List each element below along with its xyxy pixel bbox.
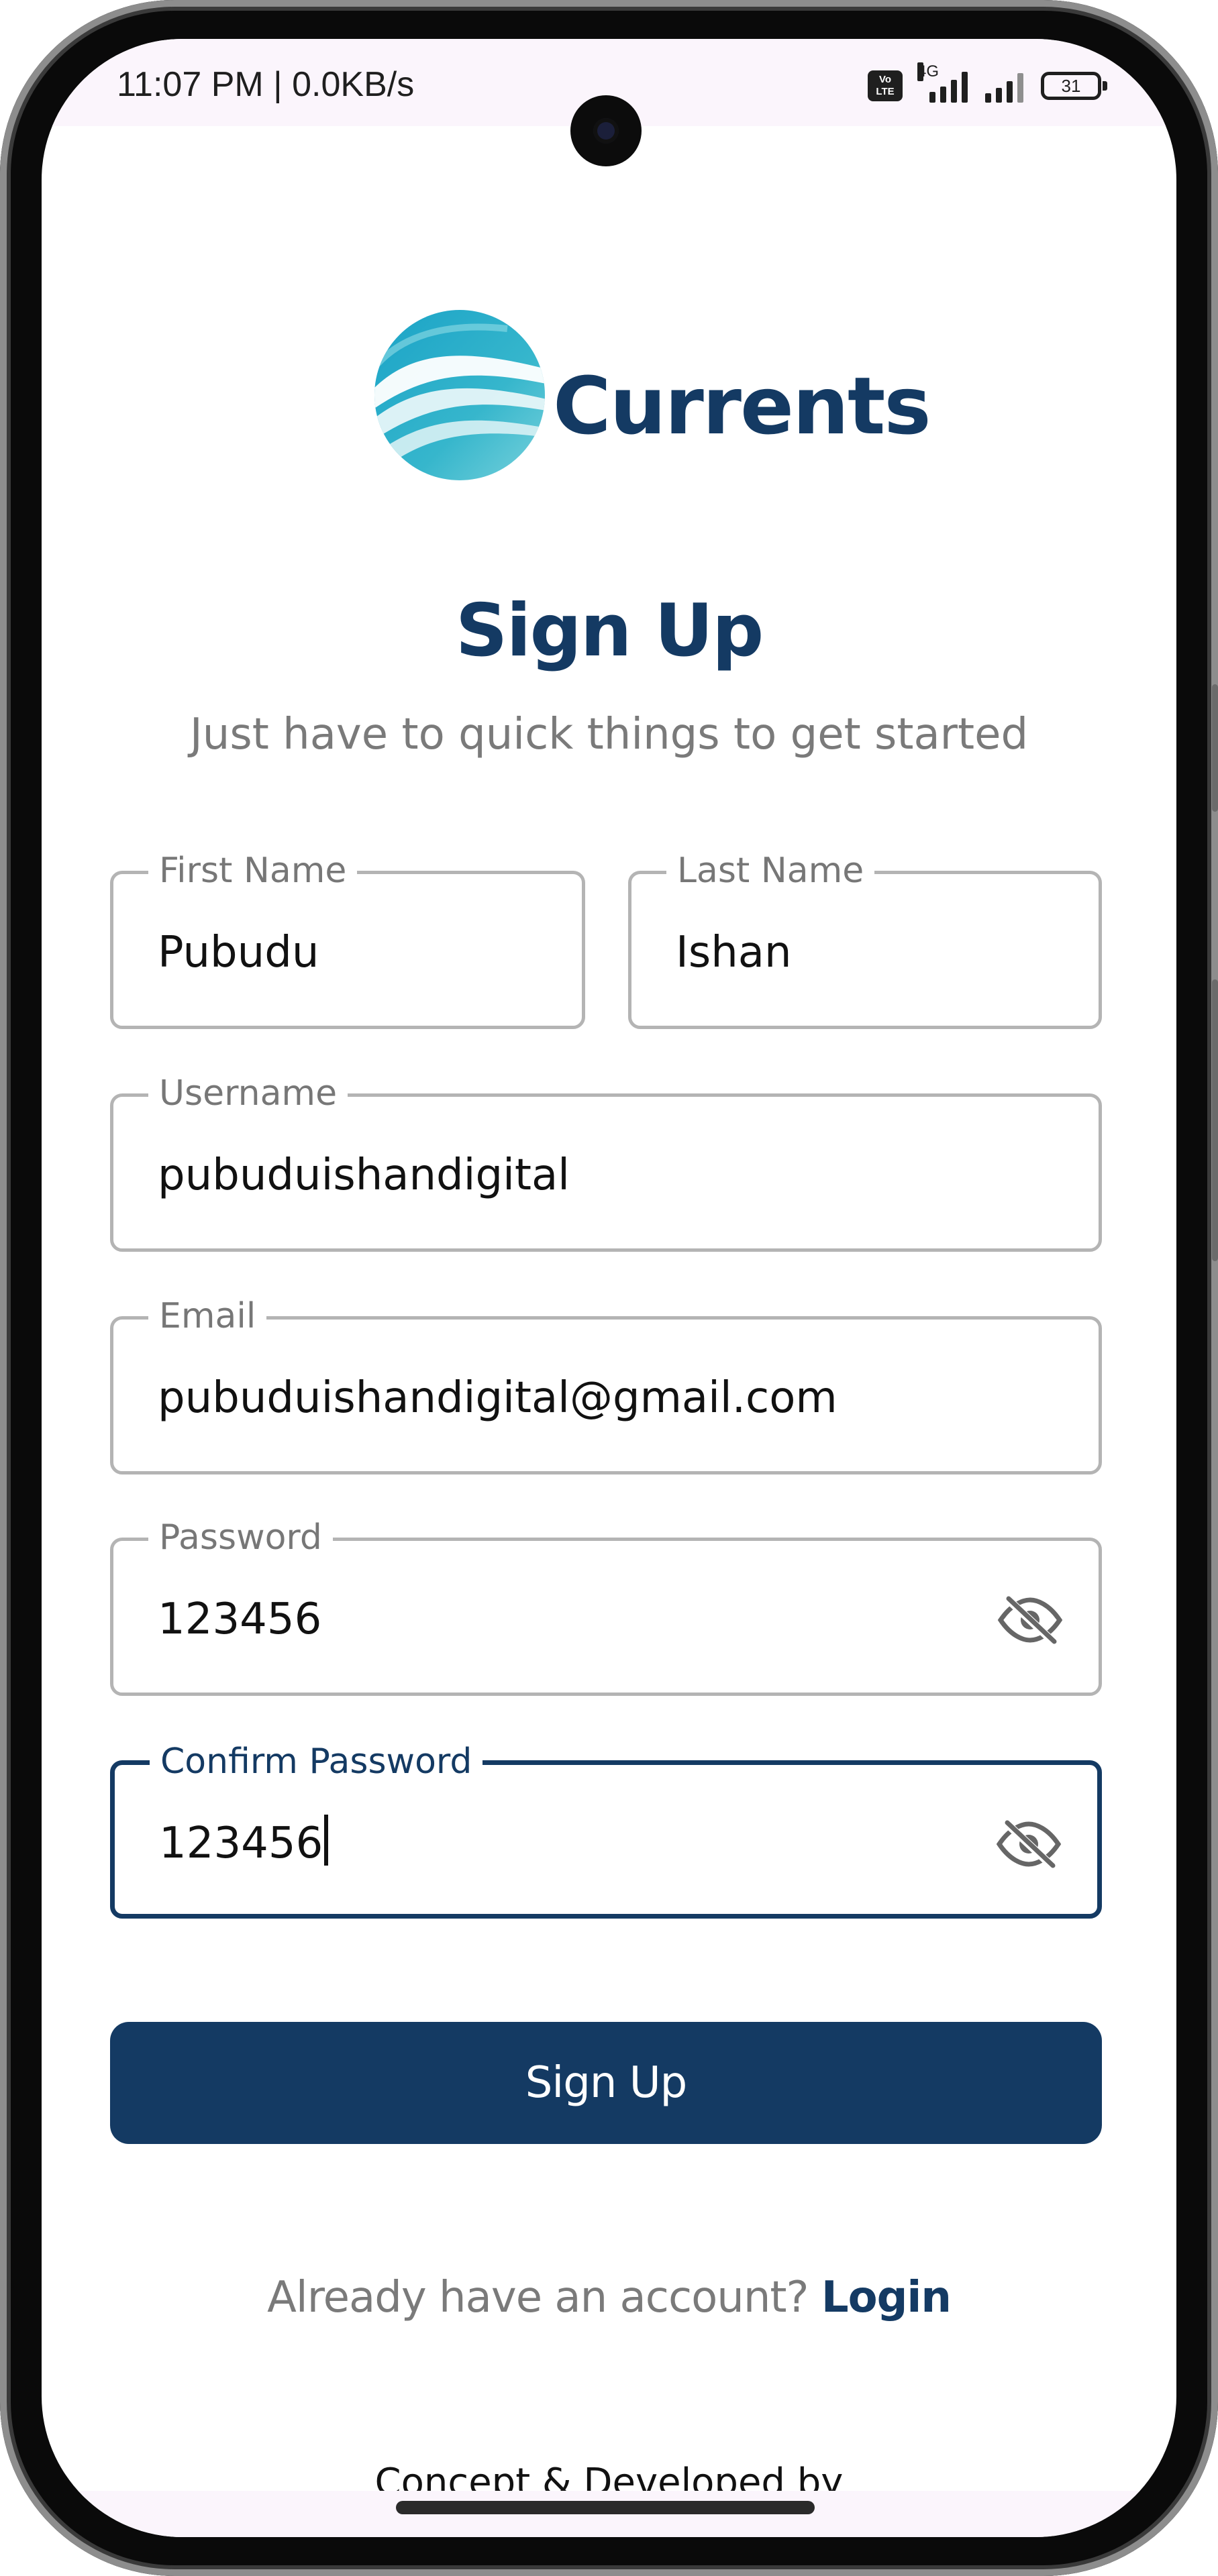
first-name-field[interactable]: First Name Pubudu — [110, 847, 585, 1029]
volte-icon: Vo LTE — [868, 70, 903, 101]
confirm-password-value[interactable]: 123456 — [159, 1813, 329, 1874]
username-value[interactable]: pubuduishandigital — [158, 1145, 570, 1205]
email-field[interactable]: Email pubuduishandigital@gmail.com — [110, 1293, 1102, 1474]
username-label: Username — [148, 1070, 348, 1117]
status-time-speed: 11:07 PM | 0.0KB/s — [117, 65, 415, 104]
eye-off-icon[interactable] — [995, 1820, 1062, 1868]
first-name-label: First Name — [148, 847, 358, 894]
status-icons: Vo LTE 4G 31 — [868, 62, 1107, 106]
eye-off-icon[interactable] — [997, 1596, 1064, 1644]
confirm-password-field[interactable]: Confirm Password 123456 — [110, 1738, 1102, 1919]
battery-icon: 31 — [1041, 72, 1107, 100]
password-field[interactable]: Password 123456 — [110, 1514, 1102, 1696]
email-value[interactable]: pubuduishandigital@gmail.com — [158, 1368, 838, 1428]
home-indicator[interactable] — [396, 2501, 815, 2514]
front-camera — [570, 95, 642, 166]
password-value[interactable]: 123456 — [158, 1589, 321, 1650]
battery-level: 31 — [1061, 76, 1081, 96]
last-name-field[interactable]: Last Name Ishan — [628, 847, 1102, 1029]
volume-button — [1212, 979, 1218, 1261]
brand-name: Currents — [553, 360, 931, 452]
confirm-password-text: 123456 — [159, 1819, 323, 1868]
signal-4g-icon: 4G — [917, 62, 968, 103]
signal-icon — [985, 69, 1023, 103]
last-name-value[interactable]: Ishan — [676, 922, 792, 983]
login-link[interactable]: Login — [821, 2273, 952, 2322]
first-name-value[interactable]: Pubudu — [158, 922, 319, 983]
text-caret — [324, 1815, 329, 1866]
currents-logo-icon — [374, 310, 545, 480]
confirm-password-label: Confirm Password — [150, 1738, 483, 1785]
app-screen: 11:07 PM | 0.0KB/s Vo LTE 4G 31 Currents… — [42, 39, 1176, 2537]
sign-up-button[interactable]: Sign Up — [110, 2022, 1102, 2144]
page-subtitle: Just have to quick things to get started — [189, 710, 1029, 759]
login-prompt-text: Already have an account? — [267, 2273, 809, 2322]
password-label: Password — [148, 1514, 333, 1561]
last-name-label: Last Name — [666, 847, 875, 894]
power-button — [1212, 684, 1218, 812]
login-prompt: Already have an account? Login — [42, 2273, 1176, 2322]
volte-line1: Vo — [878, 74, 892, 85]
email-label: Email — [148, 1293, 267, 1340]
network-type: 4G — [917, 62, 940, 81]
page-title: Sign Up — [455, 589, 764, 673]
username-field[interactable]: Username pubuduishandigital — [110, 1070, 1102, 1252]
volte-line2: LTE — [876, 86, 895, 97]
phone-frame: 11:07 PM | 0.0KB/s Vo LTE 4G 31 Currents… — [0, 0, 1218, 2576]
